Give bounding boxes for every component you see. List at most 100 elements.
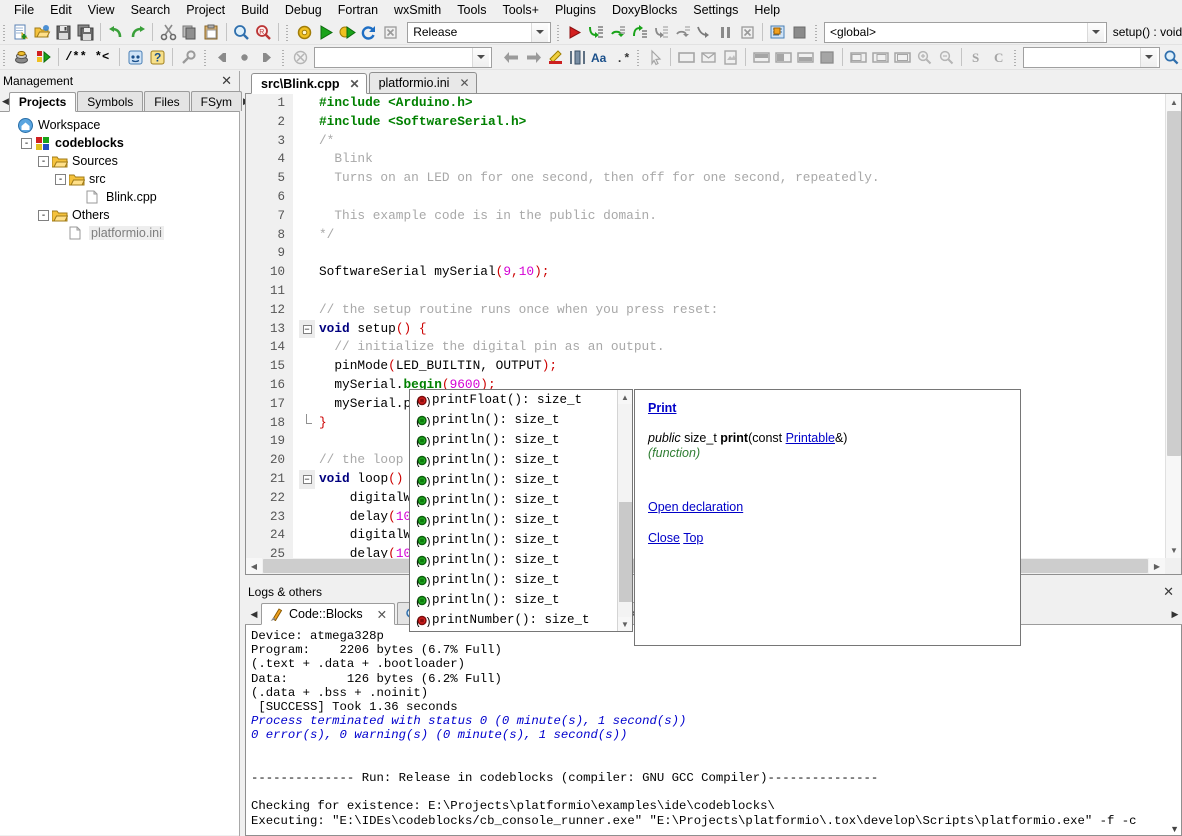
tree-expander[interactable]: - xyxy=(38,156,49,167)
debug-next-instruction-icon[interactable] xyxy=(672,22,694,43)
paste-icon[interactable] xyxy=(201,22,223,43)
close-icon[interactable]: ✕ xyxy=(459,76,469,90)
chevron-down-icon[interactable] xyxy=(1140,48,1157,67)
prev-icon[interactable] xyxy=(500,47,522,68)
chevron-down-icon[interactable] xyxy=(472,48,489,67)
toolbar-grip[interactable] xyxy=(1013,48,1019,67)
project-tree[interactable]: Workspace-codeblocks-Sources-srcBlink.cp… xyxy=(0,112,239,835)
tree-item-src[interactable]: -src xyxy=(4,170,239,188)
redo-icon[interactable] xyxy=(127,22,149,43)
autocomplete-scrollbar[interactable]: ▲ ▼ xyxy=(617,390,632,631)
debug-continue-icon[interactable] xyxy=(564,22,586,43)
debug-step-over-icon[interactable] xyxy=(607,22,629,43)
autocomplete-item[interactable]: ()println(): size_t xyxy=(410,570,617,590)
menu-item-build[interactable]: Build xyxy=(233,0,277,20)
cut-icon[interactable] xyxy=(157,22,179,43)
tree-item-workspace[interactable]: Workspace xyxy=(4,116,239,134)
scope-combo[interactable]: <global> xyxy=(824,22,1107,43)
debug-pause-icon[interactable] xyxy=(715,22,737,43)
toolbar-grip[interactable] xyxy=(636,48,642,67)
menu-item-tools[interactable]: Tools xyxy=(449,0,494,20)
menu-item-doxyblocks[interactable]: DoxyBlocks xyxy=(604,0,685,20)
forward-icon[interactable] xyxy=(255,47,277,68)
build-target-combo[interactable]: Release xyxy=(407,22,550,43)
sizer-c-icon[interactable]: C xyxy=(988,47,1010,68)
scroll-thumb[interactable] xyxy=(1167,111,1181,456)
autocomplete-item[interactable]: ()println(): size_t xyxy=(410,470,617,490)
zoom-out-icon[interactable] xyxy=(935,47,957,68)
size-expand-icon[interactable] xyxy=(847,47,869,68)
toolbar-grip[interactable] xyxy=(285,23,291,42)
editor-vertical-scrollbar[interactable]: ▲ ▼ xyxy=(1165,94,1181,558)
close-icon[interactable]: ✕ xyxy=(218,73,235,89)
scroll-thumb[interactable] xyxy=(619,502,632,602)
layout-left-icon[interactable] xyxy=(772,47,794,68)
autocomplete-item[interactable]: ()println(): size_t xyxy=(410,510,617,530)
tabs-scroll-left-icon[interactable]: ◀ xyxy=(2,91,9,111)
menu-item-settings[interactable]: Settings xyxy=(685,0,746,20)
pointer-icon[interactable] xyxy=(644,47,666,68)
chevron-left-icon[interactable]: ◀ xyxy=(246,558,262,574)
size-fit-icon[interactable] xyxy=(891,47,913,68)
chevron-down-icon[interactable]: ▼ xyxy=(1166,542,1182,558)
editor-tab-platformio-ini[interactable]: platformio.ini✕ xyxy=(369,72,477,93)
logs-scroll-left-icon[interactable]: ◀ xyxy=(247,604,261,624)
tree-expander[interactable]: - xyxy=(38,210,49,221)
function-combo-value[interactable]: setup() : void xyxy=(1107,25,1182,39)
build-and-run-icon[interactable] xyxy=(336,22,358,43)
top-link[interactable]: Top xyxy=(683,531,703,545)
size-shrink-icon[interactable] xyxy=(869,47,891,68)
close-icon[interactable]: ✕ xyxy=(1160,584,1177,600)
new-file-icon[interactable] xyxy=(10,22,32,43)
undo-icon[interactable] xyxy=(105,22,127,43)
menu-item-plugins[interactable]: Plugins xyxy=(547,0,604,20)
save-icon[interactable] xyxy=(53,22,75,43)
autocomplete-item[interactable]: ()println(): size_t xyxy=(410,450,617,470)
tree-item-blink-cpp[interactable]: Blink.cpp xyxy=(4,188,239,206)
menu-item-search[interactable]: Search xyxy=(123,0,179,20)
toolbar-grip[interactable] xyxy=(556,23,562,42)
autocomplete-item[interactable]: ()println(): size_t xyxy=(410,530,617,550)
image-icon[interactable] xyxy=(719,47,741,68)
tree-item-codeblocks[interactable]: -codeblocks xyxy=(4,134,239,152)
panel-icon[interactable] xyxy=(675,47,697,68)
chevron-right-icon[interactable]: ▶ xyxy=(1149,558,1165,574)
menu-item-view[interactable]: View xyxy=(80,0,123,20)
debug-step-out-icon[interactable] xyxy=(628,22,650,43)
save-all-icon[interactable] xyxy=(75,22,97,43)
build-log-output[interactable]: Device: atmega328pProgram: 2206 bytes (6… xyxy=(245,625,1182,836)
sizer-s-icon[interactable]: S xyxy=(966,47,988,68)
toolbar-grip[interactable] xyxy=(2,23,8,42)
chevron-up-icon[interactable]: ▲ xyxy=(618,390,632,404)
back-icon[interactable] xyxy=(211,47,233,68)
tree-item-platformio-ini[interactable]: platformio.ini xyxy=(4,224,239,242)
chevron-up-icon[interactable]: ▲ xyxy=(1166,94,1182,110)
highlight-icon[interactable] xyxy=(544,47,566,68)
copy-icon[interactable] xyxy=(179,22,201,43)
chevron-down-icon[interactable] xyxy=(531,23,548,42)
find-icon[interactable] xyxy=(231,22,253,43)
debugging-windows-icon[interactable] xyxy=(767,22,789,43)
fold-margin[interactable]: − xyxy=(299,320,315,339)
autocomplete-item[interactable]: ()println(): size_t xyxy=(410,550,617,570)
fold-collapse-icon[interactable]: − xyxy=(303,325,312,334)
toolbar-grip[interactable] xyxy=(814,23,820,42)
autocomplete-item[interactable]: ()println(): size_t xyxy=(410,590,617,610)
regex-icon[interactable]: .* xyxy=(610,47,632,68)
envelope-icon[interactable] xyxy=(697,47,719,68)
menu-item-fortran[interactable]: Fortran xyxy=(330,0,386,20)
tree-expander[interactable]: - xyxy=(55,174,66,185)
editor-tab-src-blink-cpp[interactable]: src\Blink.cpp✕ xyxy=(251,73,367,94)
logs-tab-code-blocks[interactable]: Code::Blocks✕ xyxy=(261,603,395,625)
autocomplete-list[interactable]: ()printFloat(): size_t()println(): size_… xyxy=(409,389,633,632)
comment-line-icon[interactable]: *< xyxy=(89,47,115,68)
close-link[interactable]: Close xyxy=(648,531,680,545)
layout-bottom-icon[interactable] xyxy=(794,47,816,68)
menu-item-file[interactable]: File xyxy=(6,0,42,20)
menu-item-debug[interactable]: Debug xyxy=(277,0,330,20)
menu-item-tools-[interactable]: Tools+ xyxy=(494,0,546,20)
browse-tracker-combo[interactable] xyxy=(314,47,492,68)
config-icon[interactable] xyxy=(177,47,199,68)
tab-symbols[interactable]: Symbols xyxy=(77,91,143,111)
toolbar-grip[interactable] xyxy=(281,48,287,67)
